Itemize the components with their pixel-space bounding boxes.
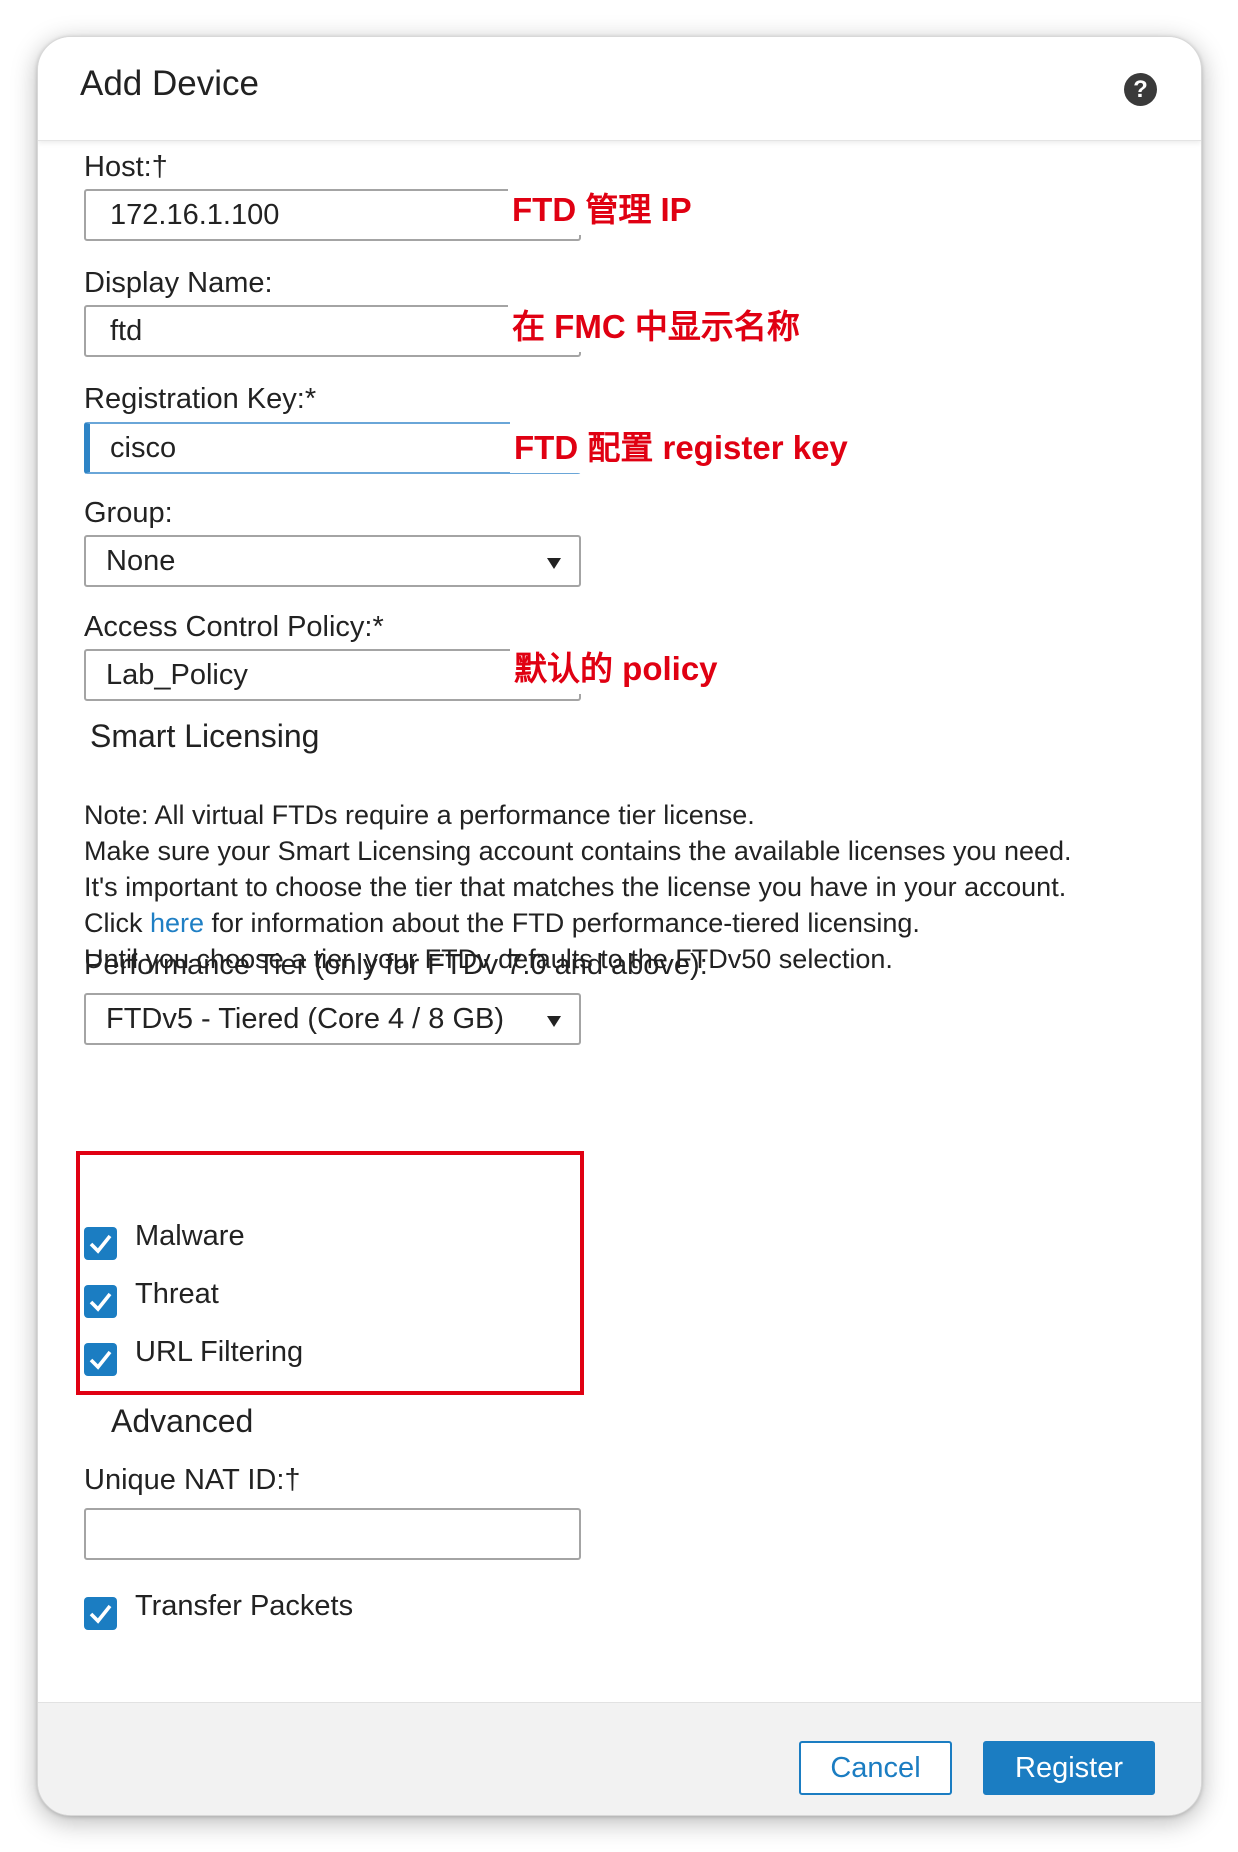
chevron-down-icon — [547, 558, 561, 569]
registration-key-label: Registration Key:* — [84, 383, 317, 415]
access-control-policy-selected: Lab_Policy — [106, 659, 248, 691]
unique-nat-id-label: Unique NAT ID:† — [84, 1464, 301, 1496]
access-control-policy-annotation: 默认的 policy — [510, 640, 732, 694]
group-selected: None — [106, 545, 176, 577]
registration-key-input[interactable]: cisco — [84, 422, 581, 474]
dialog-title: Add Device — [80, 64, 259, 103]
note-line: It's important to choose the tier that m… — [84, 872, 1067, 902]
chevron-down-icon — [547, 1016, 561, 1027]
registration-key-annotation: FTD 配置 register key — [510, 419, 862, 473]
display-name-label: Display Name: — [84, 267, 273, 299]
transfer-packets-label: Transfer Packets — [135, 1590, 354, 1622]
performance-tier-select[interactable]: FTDv5 - Tiered (Core 4 / 8 GB) — [84, 993, 581, 1045]
display-name-value: ftd — [110, 315, 143, 347]
cancel-button[interactable]: Cancel — [799, 1741, 952, 1795]
group-label: Group: — [84, 497, 173, 529]
access-control-policy-label: Access Control Policy:* — [84, 611, 384, 643]
advanced-heading: Advanced — [111, 1403, 254, 1439]
note-line-click: Click here for information about the FTD… — [84, 905, 1072, 941]
registration-key-value: cisco — [110, 432, 177, 464]
click-prefix: Click — [84, 908, 150, 938]
unique-nat-id-input[interactable] — [84, 1508, 581, 1560]
display-name-annotation: 在 FMC 中显示名称 — [508, 298, 814, 352]
dialog-footer: Cancel Register — [38, 1702, 1201, 1815]
host-input[interactable]: 172.16.1.100 — [84, 189, 581, 241]
host-label: Host:† — [84, 151, 168, 183]
performance-tier-label: Performance Tier (only for FTDv 7.0 and … — [84, 949, 708, 981]
transfer-packets-checkbox[interactable] — [84, 1597, 117, 1630]
display-name-input[interactable]: ftd — [84, 305, 581, 357]
smart-licensing-heading: Smart Licensing — [90, 718, 320, 754]
dialog-header: Add Device ? — [38, 37, 1201, 141]
note-line: Make sure your Smart Licensing account c… — [84, 836, 1072, 866]
highlight-box — [76, 1151, 584, 1395]
licensing-info-link[interactable]: here — [150, 908, 204, 938]
access-control-policy-select[interactable]: Lab_Policy — [84, 649, 581, 701]
checkmark-icon — [89, 1604, 112, 1624]
host-annotation: FTD 管理 IP — [508, 181, 706, 235]
host-value: 172.16.1.100 — [110, 199, 280, 231]
add-device-dialog: Add Device ? Host:† 172.16.1.100 FTD 管理 … — [37, 36, 1202, 1816]
register-button[interactable]: Register — [983, 1741, 1155, 1795]
help-icon[interactable]: ? — [1124, 73, 1157, 106]
click-suffix: for information about the FTD performanc… — [204, 908, 920, 938]
performance-tier-selected: FTDv5 - Tiered (Core 4 / 8 GB) — [106, 1003, 505, 1035]
note-line: Note: All virtual FTDs require a perform… — [84, 800, 755, 830]
group-select[interactable]: None — [84, 535, 581, 587]
